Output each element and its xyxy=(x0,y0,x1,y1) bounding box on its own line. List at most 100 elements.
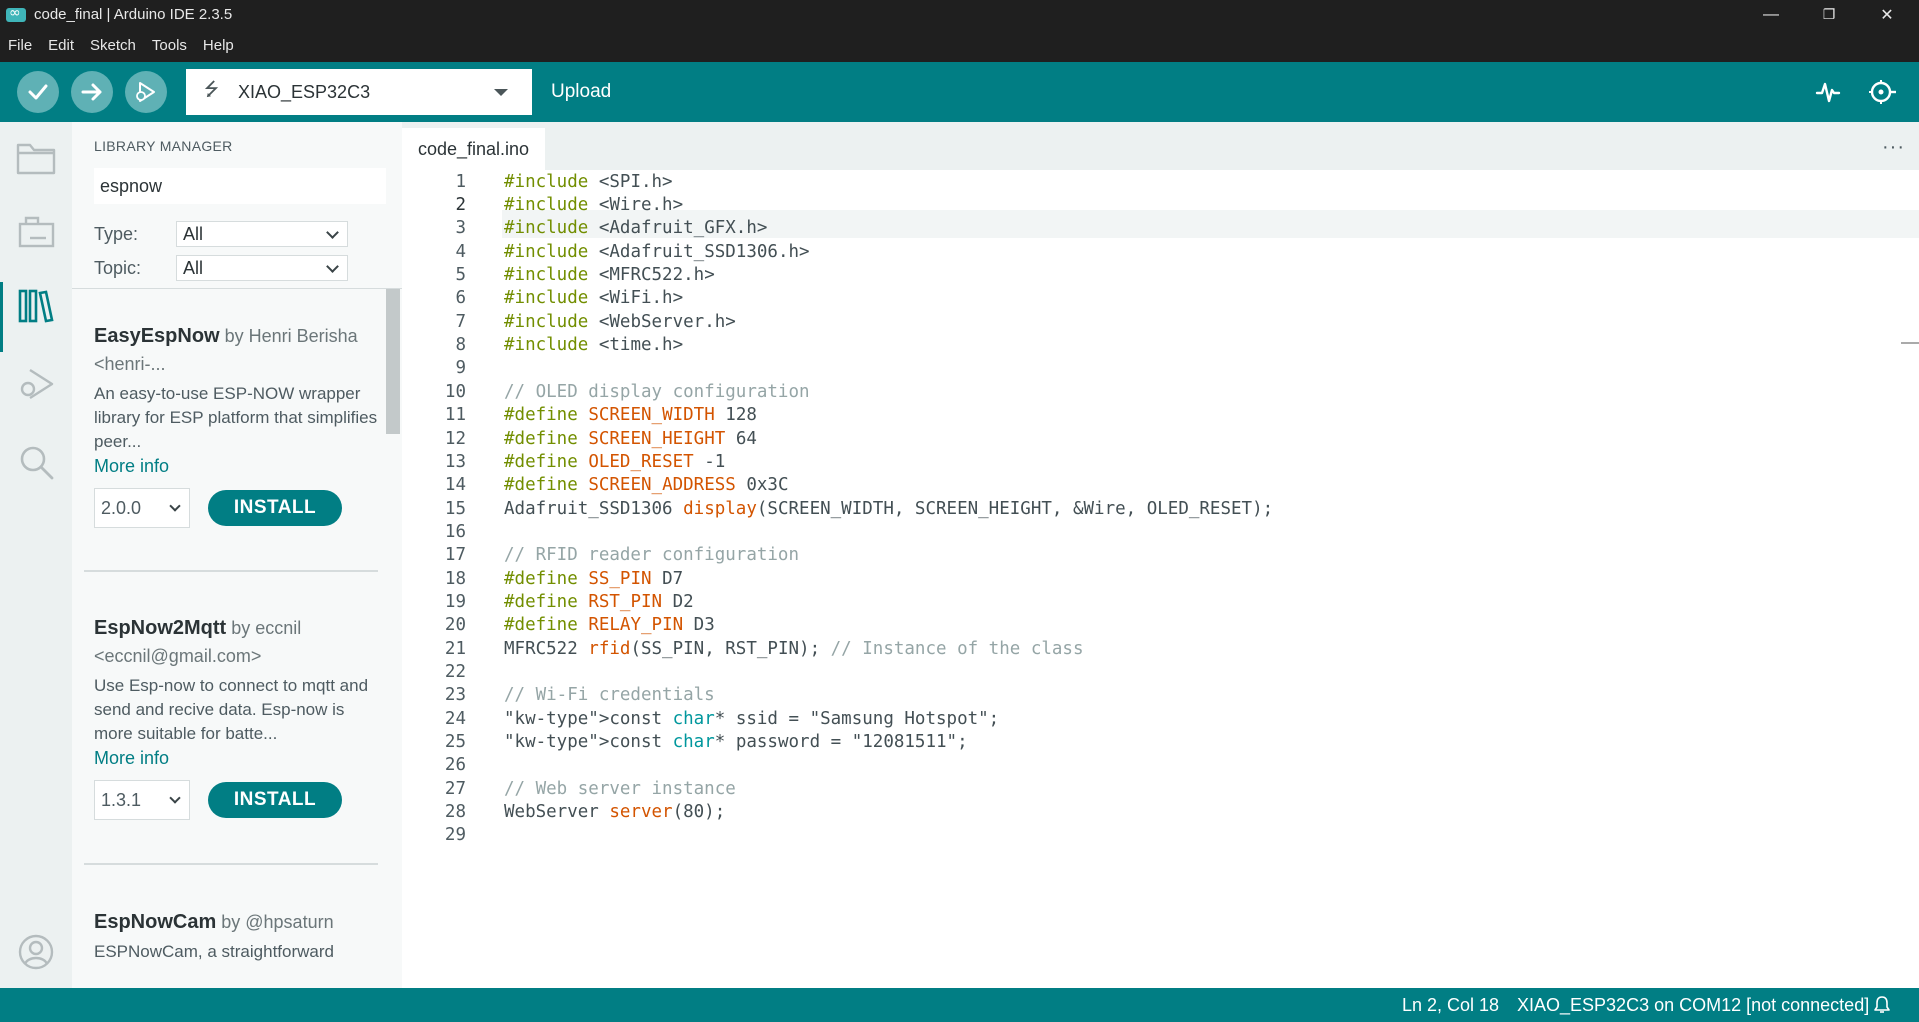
chevron-down-icon xyxy=(169,500,181,512)
code-line: 8 #include <time.h> xyxy=(402,333,1919,356)
active-indicator xyxy=(0,282,3,352)
arrow-right-icon xyxy=(81,83,102,101)
line-number: 7 xyxy=(455,311,466,332)
code-line: 14 #define SCREEN_ADDRESS 0x3C xyxy=(402,474,1919,497)
menu-bar: File Edit Sketch Tools Help xyxy=(0,29,1919,62)
toolbar-tooltip: Upload xyxy=(551,81,612,102)
toolbar: ⭍ XIAO_ESP32C3 Upload xyxy=(0,62,1919,122)
type-select[interactable]: All xyxy=(176,221,348,247)
menu-edit[interactable]: Edit xyxy=(40,29,82,62)
code-text: "kw-type">const char* ssid = "Samsung Ho… xyxy=(504,708,1000,729)
serial-plotter-button[interactable] xyxy=(1810,74,1846,110)
library-name: EspNow2Mqtt xyxy=(94,617,227,639)
code-line: 22 xyxy=(402,660,1919,683)
code-line: 9 xyxy=(402,357,1919,380)
code-line: 21 MFRC522 rfid(SS_PIN, RST_PIN); // Inst… xyxy=(402,637,1919,660)
serial-monitor-button[interactable] xyxy=(1864,74,1900,110)
menu-tools[interactable]: Tools xyxy=(144,29,195,62)
chevron-down-icon xyxy=(169,792,181,804)
line-number: 27 xyxy=(444,778,466,799)
more-actions-icon[interactable]: ··· xyxy=(1882,136,1905,159)
line-number: 6 xyxy=(455,288,466,309)
code-line: 17 // RFID reader configuration xyxy=(402,544,1919,567)
code-text: #include <WebServer.h> xyxy=(504,311,736,332)
search-button[interactable] xyxy=(14,440,58,484)
code-text: #include <WiFi.h> xyxy=(504,288,684,309)
more-info-link[interactable]: More info xyxy=(94,746,379,770)
line-number: 10 xyxy=(444,381,466,402)
menu-sketch[interactable]: Sketch xyxy=(82,29,144,62)
minimize-button[interactable]: — xyxy=(1742,0,1800,29)
type-value: All xyxy=(183,223,204,244)
status-bar: Ln 2, Col 18 XIAO_ESP32C3 on COM12 [not … xyxy=(0,988,1919,1022)
type-label: Type: xyxy=(94,223,139,244)
window-title: code_final | Arduino IDE 2.3.5 xyxy=(34,6,233,23)
library-manager-button[interactable] xyxy=(14,284,58,328)
tab-code-final[interactable]: code_final.ino xyxy=(402,128,545,170)
code-line: 23 // Wi-Fi credentials xyxy=(402,684,1919,707)
library-scrollbar[interactable] xyxy=(386,289,400,434)
library-description: ESPNowCam, a straightforward xyxy=(94,942,334,961)
library-item: EspNowCam by @hpsaturn ESPNowCam, a stra… xyxy=(94,908,379,964)
menu-help[interactable]: Help xyxy=(195,29,242,62)
line-number: 29 xyxy=(444,825,466,846)
upload-button[interactable] xyxy=(71,71,113,113)
debug-button[interactable] xyxy=(125,71,167,113)
restore-button[interactable]: ❐ xyxy=(1800,0,1858,29)
library-actions: 2.0.0 INSTALL xyxy=(94,488,379,528)
code-line: 19 #define RST_PIN D2 xyxy=(402,590,1919,613)
install-button[interactable]: INSTALL xyxy=(208,490,342,526)
board-selector[interactable]: ⭍ XIAO_ESP32C3 xyxy=(186,69,532,115)
board-status[interactable]: XIAO_ESP32C3 on COM12 [not connected] xyxy=(1517,988,1869,1022)
cursor-position[interactable]: Ln 2, Col 18 xyxy=(1402,988,1499,1022)
library-search-input[interactable] xyxy=(94,168,386,204)
title-bar: code_final | Arduino IDE 2.3.5 — ❐ ✕ xyxy=(0,0,1919,29)
code-text: #define SCREEN_ADDRESS 0x3C xyxy=(504,475,789,496)
menu-file[interactable]: File xyxy=(0,29,40,62)
library-icon xyxy=(18,289,54,323)
code-line: 27 // Web server instance xyxy=(402,777,1919,800)
line-number: 13 xyxy=(444,451,466,472)
debug-panel-button[interactable] xyxy=(14,362,58,406)
topic-select[interactable]: All xyxy=(176,255,348,281)
code-line: 11 #define SCREEN_WIDTH 128 xyxy=(402,404,1919,427)
line-number: 5 xyxy=(455,265,466,286)
version-select[interactable]: 2.0.0 xyxy=(94,488,190,528)
code-line: 16 xyxy=(402,520,1919,543)
code-text: #include <Adafruit_GFX.h> xyxy=(504,218,768,239)
boards-manager-button[interactable] xyxy=(14,210,58,254)
version-value: 2.0.0 xyxy=(101,497,142,518)
verify-button[interactable] xyxy=(17,71,59,113)
library-item: EspNow2Mqtt by eccnil <eccnil@gmail.com>… xyxy=(94,614,379,820)
code-text: "kw-type">const char* password = "120815… xyxy=(504,732,968,753)
divider xyxy=(84,863,378,865)
board-icon xyxy=(18,216,55,248)
line-number: 14 xyxy=(444,475,466,496)
debug-panel-icon xyxy=(20,368,54,400)
arduino-logo-icon xyxy=(6,5,26,22)
code-line: 24 "kw-type">const char* ssid = "Samsung … xyxy=(402,707,1919,730)
code-text: #include <MFRC522.h> xyxy=(504,265,715,286)
line-number: 3 xyxy=(455,218,466,239)
line-number: 2 xyxy=(455,195,466,216)
code-text: #include <time.h> xyxy=(504,335,684,356)
library-manager-panel: LIBRARY MANAGER Type: All Topic: All Eas… xyxy=(72,122,402,988)
code-line: 28 WebServer server(80); xyxy=(402,800,1919,823)
editor-tab-bar: code_final.ino ··· xyxy=(402,122,1919,170)
topic-value: All xyxy=(183,257,204,278)
line-number: 8 xyxy=(455,335,466,356)
topic-label: Topic: xyxy=(94,257,142,278)
more-info-link[interactable]: More info xyxy=(94,454,379,478)
code-line: 20 #define RELAY_PIN D3 xyxy=(402,614,1919,637)
code-line: 12 #define SCREEN_HEIGHT 64 xyxy=(402,427,1919,450)
version-select[interactable]: 1.3.1 xyxy=(94,780,190,820)
profile-button[interactable] xyxy=(14,930,58,974)
close-button[interactable]: ✕ xyxy=(1858,0,1916,29)
line-number: 17 xyxy=(444,545,466,566)
code-editor[interactable]: 1 #include <SPI.h> 2 #include <Wire.h> 3 #inc… xyxy=(402,170,1919,988)
line-number: 25 xyxy=(444,732,466,753)
editor-area: code_final.ino ··· 1 #include <SPI.h> 2 #in… xyxy=(402,122,1919,988)
install-button[interactable]: INSTALL xyxy=(208,782,342,818)
bell-icon[interactable] xyxy=(1872,995,1892,1015)
sketchbook-button[interactable] xyxy=(14,136,58,180)
